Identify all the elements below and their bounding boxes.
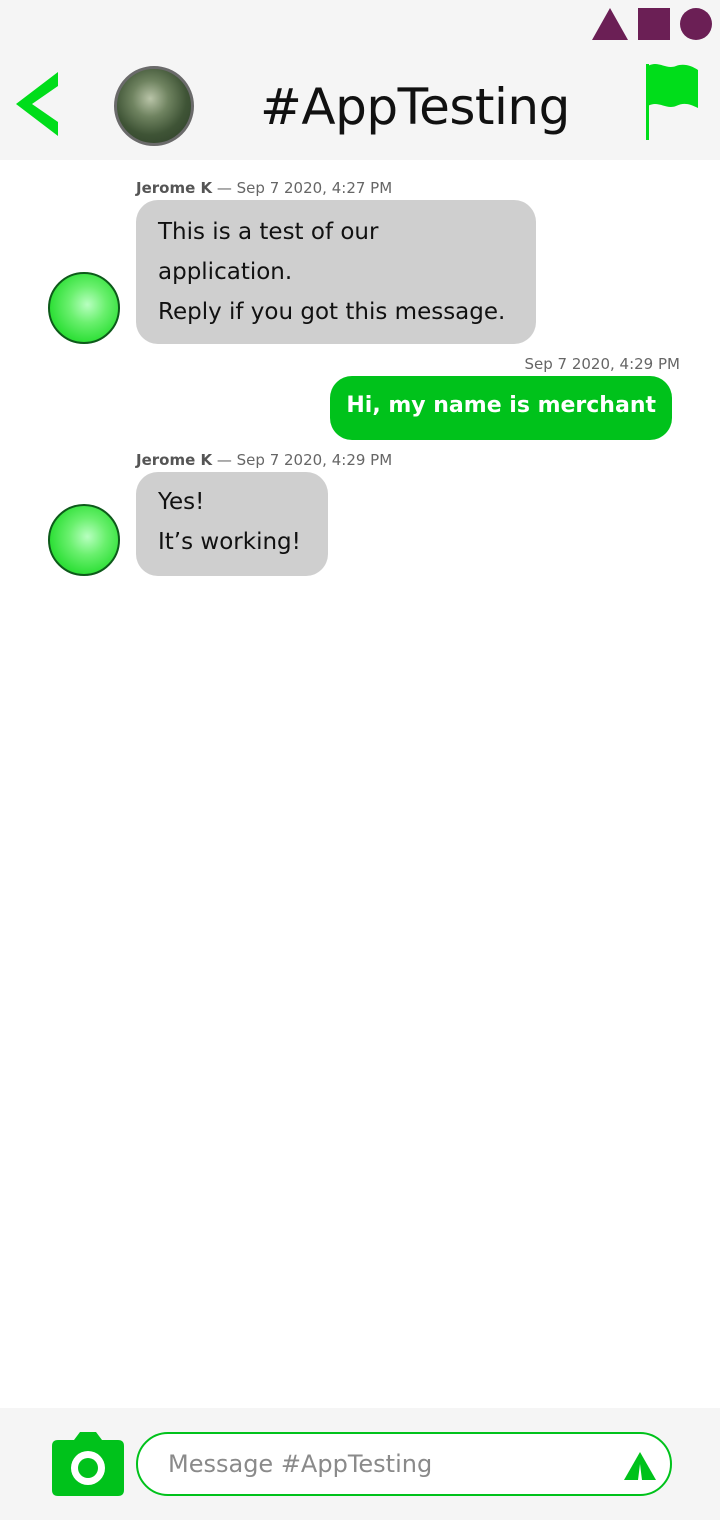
top-bar: #AppTesting — [0, 0, 720, 160]
message-timestamp: Sep 7 2020, 4:29 PM — [236, 451, 393, 469]
user-avatar[interactable] — [48, 272, 120, 344]
message-meta: Jerome K — Sep 7 2020, 4:27 PM — [136, 179, 392, 197]
message-line: This is a test of our application. — [158, 219, 379, 285]
message-line: Yes! — [158, 489, 205, 515]
message-input[interactable] — [136, 1432, 672, 1496]
message-author: Jerome K — [136, 179, 213, 197]
message-bubble-outgoing[interactable]: Hi, my name is merchant — [330, 376, 672, 440]
message-bubble-incoming[interactable]: This is a test of our application. Reply… — [136, 200, 536, 344]
chevron-left-icon — [16, 72, 58, 136]
back-button[interactable] — [14, 70, 64, 138]
message-timestamp: Sep 7 2020, 4:27 PM — [236, 179, 393, 197]
message-line: It’s working! — [158, 529, 301, 555]
meta-separator: — — [212, 451, 237, 469]
send-icon — [624, 1452, 656, 1480]
message-composer — [0, 1408, 720, 1520]
triangle-icon — [592, 8, 628, 40]
user-avatar[interactable] — [48, 504, 120, 576]
camera-button[interactable] — [52, 1432, 124, 1496]
flag-button[interactable] — [642, 60, 702, 142]
send-button[interactable] — [622, 1450, 658, 1482]
flag-icon — [646, 64, 698, 140]
message-bubble-incoming[interactable]: Yes! It’s working! — [136, 472, 328, 576]
status-icons — [592, 6, 712, 42]
channel-title: #AppTesting — [260, 78, 570, 136]
message-line: Reply if you got this message. — [158, 299, 506, 325]
message-timestamp-outgoing: Sep 7 2020, 4:29 PM — [524, 355, 680, 373]
circle-icon — [680, 8, 712, 40]
channel-avatar[interactable] — [114, 66, 194, 146]
meta-separator: — — [212, 179, 237, 197]
camera-icon — [52, 1432, 124, 1496]
message-meta: Jerome K — Sep 7 2020, 4:29 PM — [136, 451, 392, 469]
message-author: Jerome K — [136, 451, 213, 469]
square-icon — [638, 8, 670, 40]
